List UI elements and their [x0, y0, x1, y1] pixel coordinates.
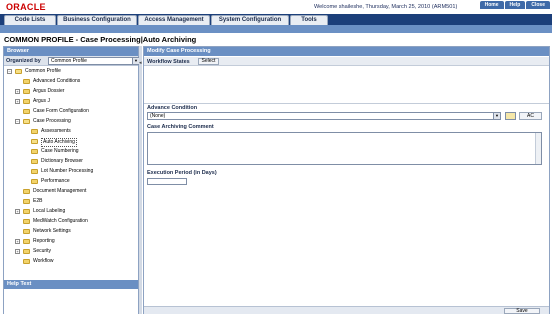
folder-icon	[23, 109, 30, 114]
execution-period-label: Execution Period (in Days)	[147, 170, 217, 176]
main-menu-bar: Code Lists Business Configuration Access…	[0, 14, 552, 25]
expand-icon[interactable]: +	[15, 89, 20, 94]
organized-by-label: Organized by	[6, 58, 41, 64]
browser-header: Browser	[4, 47, 138, 56]
tree-node-common-profile[interactable]: − Common Profile	[7, 67, 127, 76]
folder-icon	[31, 129, 38, 134]
folder-icon	[23, 79, 30, 84]
comment-scrollbar[interactable]	[535, 133, 541, 164]
folder-icon	[31, 179, 38, 184]
workflow-states-row: Workflow States Select	[144, 57, 549, 66]
welcome-text: Welcome shaileshe, Thursday, March 25, 2…	[314, 4, 458, 10]
folder-open-icon	[15, 69, 22, 74]
splitter-grip-icon[interactable]: ◂	[139, 60, 142, 66]
save-button[interactable]: Save	[504, 308, 540, 314]
oracle-logo: ORACLE	[6, 2, 46, 12]
menu-access-management[interactable]: Access Management	[138, 15, 210, 25]
organized-by-value: Common Profile	[51, 58, 87, 64]
tree-node-dictionary-browser[interactable]: Dictionary Browser	[23, 157, 133, 166]
tree-node-case-form-configuration[interactable]: Case Form Configuration	[15, 107, 135, 116]
folder-icon	[23, 89, 30, 94]
menu-code-lists[interactable]: Code Lists	[4, 15, 56, 25]
collapse-icon[interactable]: −	[15, 119, 20, 124]
folder-icon	[23, 249, 30, 254]
folder-icon	[23, 209, 30, 214]
page-title: COMMON PROFILE - Case Processing|Auto Ar…	[4, 35, 197, 44]
folder-icon	[23, 229, 30, 234]
action-bar: Save	[144, 306, 549, 314]
archiving-comment-label: Case Archiving Comment	[147, 124, 214, 130]
expand-icon[interactable]: +	[15, 209, 20, 214]
folder-icon	[23, 259, 30, 264]
tree-node-advanced-conditions[interactable]: Advanced Conditions	[15, 77, 135, 86]
advance-condition-value: (None)	[150, 113, 166, 119]
home-link[interactable]: Home	[479, 1, 504, 9]
edit-condition-icon[interactable]	[505, 112, 516, 120]
tree-node-assessments[interactable]: Assessments	[23, 127, 133, 136]
modify-case-processing-pane: Modify Case Processing Workflow States S…	[143, 46, 550, 314]
tree-node-lot-number-processing[interactable]: Lot Number Processing	[23, 167, 133, 176]
select-button[interactable]: Select	[198, 58, 219, 65]
folder-icon	[23, 189, 30, 194]
advance-condition-label: Advance Condition	[147, 105, 198, 111]
chevron-down-icon[interactable]: ▼	[493, 113, 500, 119]
tree-node-workflow[interactable]: Workflow	[15, 257, 135, 266]
tree-node-case-processing[interactable]: − Case Processing	[15, 117, 135, 126]
expand-icon[interactable]: +	[15, 99, 20, 104]
organized-by-select[interactable]: Common Profile ▼	[48, 57, 140, 65]
workflow-states-list[interactable]	[144, 66, 549, 104]
collapse-icon[interactable]: −	[7, 69, 12, 74]
close-link[interactable]: Close	[526, 1, 550, 9]
tree-node-network-settings[interactable]: Network Settings	[15, 227, 135, 236]
folder-icon	[23, 99, 30, 104]
tree-node-document-management[interactable]: Document Management	[15, 187, 135, 196]
menu-tools[interactable]: Tools	[290, 15, 328, 25]
tree-node-argus-dossier[interactable]: + Argus Dossier	[15, 87, 135, 96]
folder-icon	[23, 219, 30, 224]
chevron-down-icon[interactable]: ▼	[132, 58, 139, 64]
folder-icon	[23, 199, 30, 204]
tree-node-local-labeling[interactable]: + Local Labeling	[15, 207, 135, 216]
expand-icon[interactable]: +	[15, 249, 20, 254]
organized-by-row: Organized by Common Profile ▼	[4, 56, 140, 66]
tree-node-security[interactable]: + Security	[15, 247, 135, 256]
ac-button[interactable]: AC	[519, 112, 542, 120]
folder-icon	[31, 149, 38, 154]
modify-header: Modify Case Processing	[144, 47, 549, 56]
folder-open-icon	[23, 119, 30, 124]
help-text-body	[4, 289, 138, 314]
tree-node-case-numbering[interactable]: Case Numbering	[23, 147, 133, 156]
tree-node-argus-j[interactable]: + Argus J	[15, 97, 135, 106]
folder-icon	[23, 239, 30, 244]
folder-icon	[31, 169, 38, 174]
execution-period-input[interactable]	[147, 178, 187, 185]
top-links: Home Help Close	[479, 1, 550, 9]
archiving-comment-textarea[interactable]	[147, 132, 542, 165]
help-text-header: Help Text	[4, 280, 138, 289]
top-bar: ORACLE Welcome shaileshe, Thursday, Marc…	[0, 0, 552, 14]
tree-node-reporting[interactable]: + Reporting	[15, 237, 135, 246]
menu-business-configuration[interactable]: Business Configuration	[57, 15, 137, 25]
tree-node-auto-archiving[interactable]: Auto Archiving	[23, 137, 133, 147]
tree-node-performance[interactable]: Performance	[23, 177, 133, 186]
folder-open-icon	[31, 139, 38, 144]
help-link[interactable]: Help	[504, 1, 526, 9]
browser-pane: Browser Organized by Common Profile ▼ − …	[3, 46, 140, 314]
expand-icon[interactable]: +	[15, 239, 20, 244]
sub-menu-bar	[0, 25, 552, 33]
folder-icon	[31, 159, 38, 164]
tree-node-e2b[interactable]: E2B	[15, 197, 135, 206]
advance-condition-select[interactable]: (None) ▼	[147, 112, 501, 120]
workflow-states-label: Workflow States	[147, 59, 190, 65]
tree-node-medwatch-configuration[interactable]: MedWatch Configuration	[15, 217, 135, 226]
pane-splitter[interactable]: ◂	[139, 46, 142, 314]
menu-system-configuration[interactable]: System Configuration	[211, 15, 289, 25]
